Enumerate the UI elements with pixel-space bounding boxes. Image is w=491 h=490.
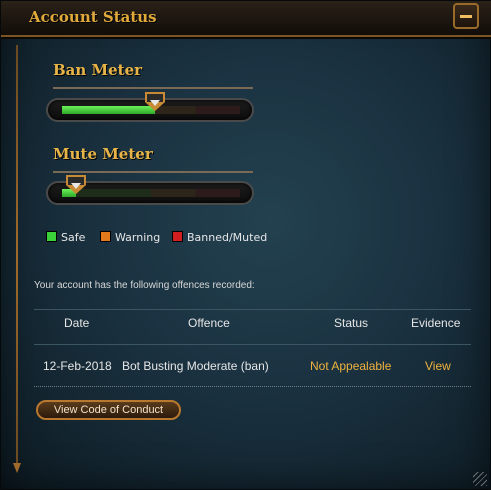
table-row-divider [34,386,471,388]
offence-status[interactable]: Not Appealable [310,359,391,373]
view-code-of-conduct-button[interactable]: View Code of Conduct [36,400,181,420]
legend-swatch-warning [100,231,111,242]
legend-swatch-safe [46,231,57,242]
legend-label: Safe [61,231,86,244]
table-header-divider [34,344,471,345]
offence-type: Bot Busting Moderate (ban) [122,359,269,373]
offences-heading: Your account has the following offences … [34,280,255,291]
evidence-link[interactable]: View [425,359,451,373]
ban-meter-underline [53,87,253,89]
legend-swatch-banned [172,231,183,242]
legend-label: Banned/Muted [187,231,268,244]
mute-meter-label: Mute Meter [53,145,153,163]
column-header-date: Date [64,316,90,330]
minimize-icon [460,15,472,18]
legend-item-banned: Banned/Muted [172,231,267,244]
ban-meter-label: Ban Meter [53,61,143,79]
column-header-evidence: Evidence [411,316,461,330]
column-header-offence: Offence [188,316,230,330]
legend-item-safe: Safe [46,231,85,244]
mute-meter-underline [53,171,253,173]
window-title: Account Status [29,8,157,26]
mute-meter-track [62,189,240,197]
legend-item-warning: Warning [100,231,160,244]
mute-meter [46,175,254,205]
title-bar: Account Status [1,1,491,39]
offence-date: 12-Feb-2018 [43,359,112,373]
legend-label: Warning [115,231,161,244]
column-header-status: Status [334,316,369,330]
decorative-rail [13,45,21,473]
resize-grip-icon[interactable] [473,472,487,486]
ban-meter-fill [62,106,155,114]
table-top-divider [34,309,471,310]
mute-meter-marker [66,175,87,197]
minimize-button[interactable] [453,3,479,29]
ban-meter [46,92,254,122]
ban-meter-marker [144,92,165,114]
account-status-window: Account Status Ban Meter Mute Meter Safe… [0,0,491,490]
